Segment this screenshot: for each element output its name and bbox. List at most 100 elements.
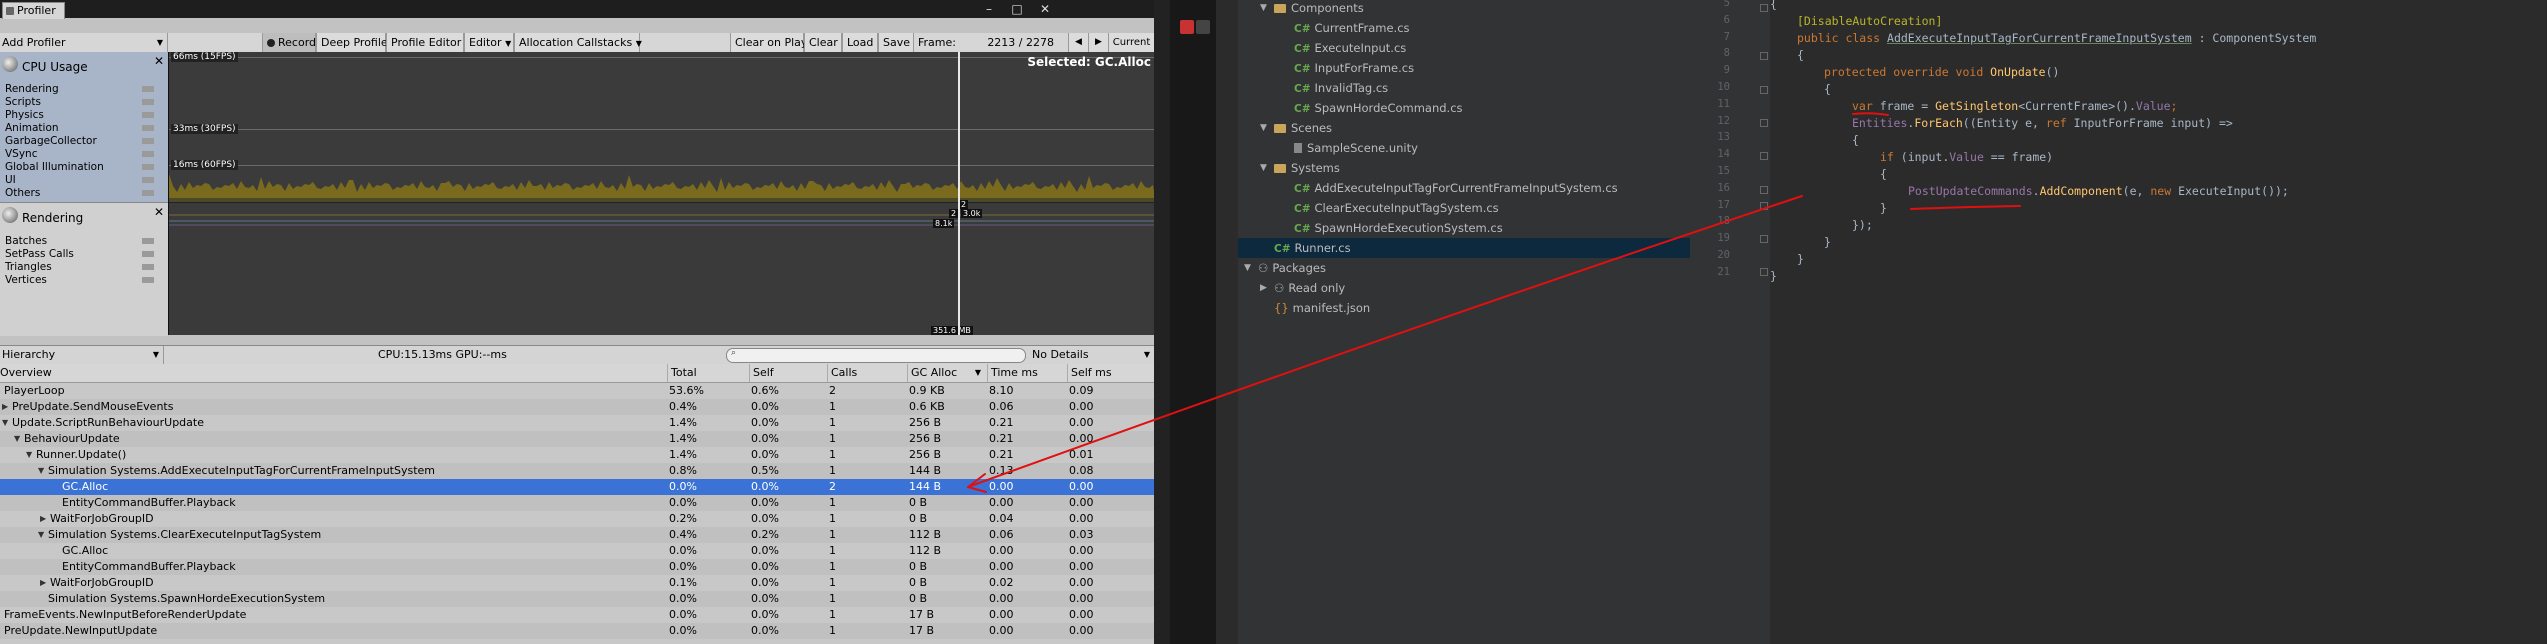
project-tree-item[interactable]: C# InvalidTag.cs	[1238, 78, 1678, 98]
rendering-module[interactable]: Rendering ✕ Batches SetPass Calls Triangle…	[0, 202, 168, 336]
project-tree-item[interactable]: C# AddExecuteInputTagForCurrentFrameInput…	[1238, 178, 1678, 198]
table-row[interactable]: ▶PreUpdate.NewInputUpdate0.0%0.0%117 B0.…	[0, 623, 1154, 639]
series-color-swatch[interactable]	[142, 86, 154, 92]
expanded-arrow-icon[interactable]: ▼	[1260, 0, 1267, 18]
collapsed-arrow-icon[interactable]: ▶	[1260, 278, 1267, 298]
close-icon[interactable]: ✕	[154, 205, 164, 219]
current-frame-button[interactable]: Current	[1108, 33, 1154, 52]
cpu-module-item[interactable]: GarbageCollector	[5, 135, 97, 147]
project-tree-item[interactable]: ▼ Scenes	[1238, 118, 1678, 138]
column-header-overview[interactable]: Overview	[0, 364, 667, 382]
fold-marker-icon[interactable]	[1760, 235, 1768, 243]
cpu-module-item[interactable]: UI	[5, 174, 16, 186]
rendering-module-item[interactable]: Vertices	[5, 274, 47, 286]
expanded-arrow-icon[interactable]: ▼	[2, 415, 8, 431]
table-row[interactable]: EntityCommandBuffer.Playback 0.0% 0.0% 1 0 B…	[0, 559, 1154, 575]
column-header-self-ms[interactable]: Self ms	[1067, 364, 1154, 382]
fold-marker-icon[interactable]	[1760, 268, 1768, 276]
collapsed-arrow-icon[interactable]: ▶	[2, 399, 8, 415]
fold-marker-icon[interactable]	[1760, 86, 1768, 94]
series-color-swatch[interactable]	[142, 138, 154, 144]
series-color-swatch[interactable]	[142, 112, 154, 118]
fold-marker-icon[interactable]	[1760, 52, 1768, 60]
rendering-module-item[interactable]: Triangles	[5, 261, 52, 273]
expanded-arrow-icon[interactable]: ▼	[1260, 158, 1267, 178]
project-tree-item[interactable]: SampleScene.unity	[1238, 138, 1678, 158]
table-row[interactable]: ▼ Simulation Systems.ClearExecuteInputTag…	[0, 527, 1154, 543]
editor-dropdown[interactable]: Editor ▼	[464, 33, 514, 52]
rendering-module-item[interactable]: SetPass Calls	[5, 248, 74, 260]
minimize-icon[interactable]: –	[975, 0, 1003, 18]
rendering-header[interactable]: Rendering ✕	[0, 203, 168, 233]
project-tree-item[interactable]: C# CurrentFrame.cs	[1238, 18, 1678, 38]
table-row[interactable]: EntityCommandBuffer.Playback 0.0% 0.0% 1 0 B…	[0, 495, 1154, 511]
record-button[interactable]: Record	[262, 33, 316, 52]
series-color-swatch[interactable]	[142, 264, 154, 270]
view-mode-dropdown[interactable]: Hierarchy ▼	[0, 346, 164, 364]
table-row-selected[interactable]: GC.Alloc 0.0% 0.0% 2 144 B 0.00 0.00	[0, 479, 1154, 495]
table-row[interactable]: ▶ WaitForJobGroupID 0.1% 0.0% 1 0 B 0.02 0.00	[0, 575, 1154, 591]
next-frame-button[interactable]: ▶	[1088, 33, 1108, 52]
project-tree-item[interactable]: C# Runner.cs	[1238, 238, 1690, 258]
rendering-module-item[interactable]: Batches	[5, 235, 47, 247]
column-header-calls[interactable]: Calls	[827, 364, 907, 382]
column-header-self[interactable]: Self	[749, 364, 827, 382]
table-row[interactable]: GC.Alloc 0.0% 0.0% 1 112 B 0.00 0.00	[0, 543, 1154, 559]
close-icon[interactable]: ✕	[154, 54, 164, 68]
project-tree-item[interactable]: ▶ ⚇ Read only	[1238, 278, 1678, 298]
project-tree-item[interactable]: C# SpawnHordeExecutionSystem.cs	[1238, 218, 1678, 238]
maximize-icon[interactable]: □	[1003, 0, 1031, 18]
series-color-swatch[interactable]	[142, 177, 154, 183]
add-profiler-dropdown[interactable]: Add Profiler ▼	[0, 33, 168, 52]
cpu-module-item[interactable]: Scripts	[5, 96, 41, 108]
project-tree-item[interactable]: {} manifest.json	[1238, 298, 1678, 318]
cpu-module-item[interactable]: VSync	[5, 148, 38, 160]
table-row[interactable]: ▼ Simulation Systems.AddExecuteInputTagFo…	[0, 463, 1154, 479]
project-tree-item[interactable]: C# SpawnHordeCommand.cs	[1238, 98, 1678, 118]
collapsed-arrow-icon[interactable]: ▶	[40, 575, 46, 591]
series-color-swatch[interactable]	[142, 125, 154, 131]
project-tree-item[interactable]: ▼ ⚇ Packages	[1238, 258, 1678, 278]
column-header-time-ms[interactable]: Time ms	[987, 364, 1067, 382]
fold-marker-icon[interactable]	[1760, 152, 1768, 160]
column-header-total[interactable]: Total	[667, 364, 749, 382]
expanded-arrow-icon[interactable]: ▼	[1260, 118, 1267, 138]
series-color-swatch[interactable]	[142, 277, 154, 283]
cpu-module-item[interactable]: Animation	[5, 122, 59, 134]
clear-button[interactable]: Clear	[804, 33, 842, 52]
cpu-module-item[interactable]: Physics	[5, 109, 44, 121]
series-color-swatch[interactable]	[142, 164, 154, 170]
details-dropdown[interactable]: No Details ▼	[1030, 346, 1154, 364]
expanded-arrow-icon[interactable]: ▼	[14, 431, 20, 447]
profiler-chart[interactable]: 66ms (15FPS) 33ms (30FPS) 16ms (60FPS) S…	[168, 52, 1154, 335]
code-editor[interactable]: 5 6 7 8 9 10 11 12 13 14 15 16 17 18 19 20 21 { [Disable…	[1690, 0, 2547, 644]
table-row[interactable]: ▼ BehaviourUpdate 1.4% 0.0% 1 256 B 0.21 0.00	[0, 431, 1154, 447]
column-header-gc-alloc[interactable]: GC Alloc ▼	[907, 364, 987, 382]
toolbar-app-icon[interactable]	[1196, 20, 1210, 34]
table-row[interactable]: ▶ PreUpdate.SendMouseEvents 0.4% 0.0% 1 0.6 K…	[0, 399, 1154, 415]
cpu-usage-module[interactable]: CPU Usage ✕ Rendering Scripts Physics Anima…	[0, 52, 168, 202]
series-color-swatch[interactable]	[142, 151, 154, 157]
expanded-arrow-icon[interactable]: ▼	[1244, 258, 1251, 278]
expanded-arrow-icon[interactable]: ▼	[26, 447, 32, 463]
fold-marker-icon[interactable]	[1760, 186, 1768, 194]
rendering-chart[interactable]: 2 2 3.0k 8.1k 351.6 MB	[169, 200, 1154, 335]
series-color-swatch[interactable]	[142, 251, 154, 257]
expanded-arrow-icon[interactable]: ▼	[38, 527, 44, 543]
project-tree-item[interactable]: C# InputForFrame.cs	[1238, 58, 1678, 78]
search-input[interactable]: ⌕	[726, 348, 1026, 363]
project-tree-item[interactable]: ▼ Components	[1238, 0, 1678, 18]
cpu-module-item[interactable]: Rendering	[5, 83, 59, 95]
table-row[interactable]: Simulation Systems.SpawnHordeExecutionSy…	[0, 591, 1154, 607]
table-row[interactable]: PlayerLoop 53.6% 0.6% 2 0.9 KB 8.10 0.09	[0, 383, 1154, 399]
prev-frame-button[interactable]: ◀	[1068, 33, 1088, 52]
fold-marker-icon[interactable]	[1760, 202, 1768, 210]
cpu-module-item[interactable]: Others	[5, 187, 40, 199]
clear-on-play-button[interactable]: Clear on Play	[730, 33, 807, 52]
cpu-usage-header[interactable]: CPU Usage ✕	[0, 52, 168, 82]
cpu-chart[interactable]: 66ms (15FPS) 33ms (30FPS) 16ms (60FPS) S…	[169, 52, 1154, 202]
frame-cursor[interactable]	[958, 52, 960, 335]
profiler-tab[interactable]: Profiler	[2, 2, 65, 19]
deep-profile-button[interactable]: Deep Profile	[316, 33, 388, 52]
save-button[interactable]: Save	[878, 33, 914, 52]
